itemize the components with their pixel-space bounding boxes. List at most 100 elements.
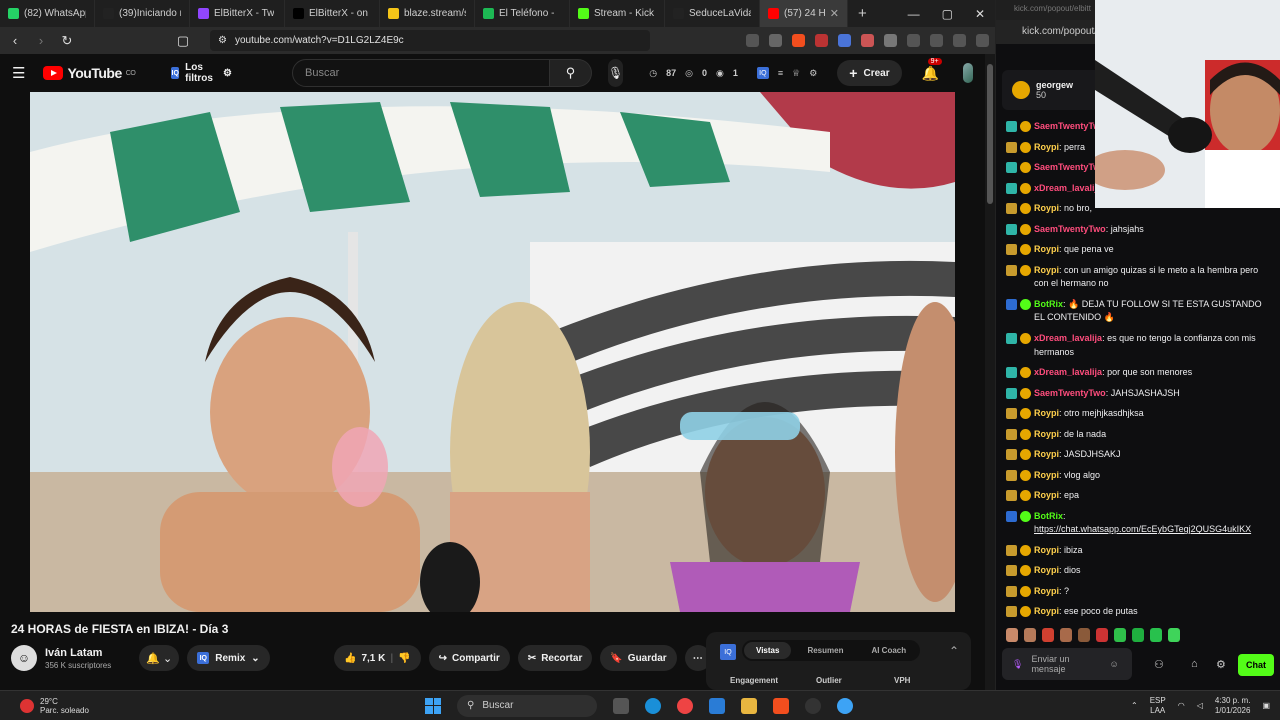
extension-icon[interactable] — [861, 34, 874, 47]
emote-icon[interactable] — [1150, 628, 1162, 642]
browser-tab[interactable]: (82) WhatsApp — [0, 0, 95, 27]
translate-icon[interactable] — [838, 34, 851, 47]
emote-icon[interactable] — [1114, 628, 1126, 642]
browser-tab[interactable]: blaze.stream/stre — [380, 0, 475, 27]
emote-icon[interactable] — [1078, 628, 1090, 642]
sidebar-icon[interactable] — [930, 34, 943, 47]
browser-tab[interactable]: SeduceLaVida (@ — [665, 0, 760, 27]
task-view-icon[interactable] — [613, 697, 629, 714]
clip-button[interactable]: ✂ Recortar — [517, 645, 593, 671]
obs-icon[interactable] — [805, 697, 821, 714]
back-icon[interactable]: ‹ — [6, 33, 24, 48]
chat-link[interactable]: https://chat.whatsapp.com/EcEybGTegj2QUS… — [1034, 523, 1251, 537]
language-indicator[interactable]: ESP LAA — [1150, 696, 1166, 716]
tab-resumen[interactable]: Resumen — [795, 642, 855, 659]
community-icon[interactable]: ⚇ — [1154, 658, 1164, 671]
bookmark-icon[interactable]: ▢ — [174, 33, 192, 49]
address-bar[interactable]: ⚙ youtube.com/watch?v=D1LG2LZ4E9c — [210, 30, 650, 51]
chat-username[interactable]: Roypi — [1034, 429, 1059, 439]
trophy-icon[interactable]: ♕ — [792, 68, 800, 79]
chat-username[interactable]: Roypi — [1034, 408, 1059, 418]
forward-icon[interactable]: › — [32, 33, 50, 48]
weather-widget[interactable]: 29°C Parc. soleado — [20, 697, 89, 715]
notifications-button[interactable]: 🔔 9+ — [922, 57, 942, 82]
browser-tab[interactable]: ElBitterX - Tw — [190, 0, 285, 27]
emote-icon[interactable] — [1024, 628, 1036, 642]
browser-tab[interactable]: (39)Iniciando mi — [95, 0, 190, 27]
chat-username[interactable]: BotRix — [1034, 511, 1063, 521]
browser-tab[interactable]: El Teléfono - — [475, 0, 570, 27]
hamburger-menu-icon[interactable]: ☰ — [12, 64, 25, 82]
share-button[interactable]: ↪ Compartir — [428, 645, 510, 671]
chat-username[interactable]: BotRix — [1034, 299, 1063, 309]
chat-username[interactable]: Roypi — [1034, 470, 1059, 480]
browser-tab[interactable]: ElBitterX - on X — [285, 0, 380, 27]
reload-icon[interactable]: ↻ — [58, 33, 76, 49]
chat-username[interactable]: Roypi — [1034, 142, 1059, 152]
chat-username[interactable]: Roypi — [1034, 545, 1059, 555]
emote-icon[interactable] — [1096, 628, 1108, 642]
extension-icon[interactable] — [907, 34, 920, 47]
remix-button[interactable]: IQ Remix ⌄ — [187, 645, 270, 671]
brave-icon[interactable] — [773, 697, 789, 714]
tab-ai-coach[interactable]: AI Coach — [859, 642, 918, 659]
chrome-icon[interactable] — [677, 697, 693, 714]
chevron-up-icon[interactable]: ⌃ — [949, 644, 959, 658]
channel-name[interactable]: Iván Latam — [45, 647, 111, 659]
emote-icon[interactable] — [1042, 628, 1054, 642]
clock[interactable]: 4:30 p. m. 1/01/2026 — [1215, 696, 1251, 716]
chat-username[interactable]: Roypi — [1034, 265, 1059, 275]
notifications-icon[interactable]: ▣ — [1262, 701, 1270, 710]
new-tab-button[interactable]: + — [848, 5, 877, 22]
puzzle-icon[interactable] — [884, 34, 897, 47]
chat-username[interactable]: xDream_lavalija — [1034, 183, 1102, 193]
chat-username[interactable]: xDream_lavalija — [1034, 367, 1102, 377]
chat-input[interactable]: 🎙 Enviar un mensaje ☺ — [1002, 648, 1132, 680]
wifi-icon[interactable]: ◠ — [1178, 701, 1185, 710]
store-icon[interactable] — [709, 697, 725, 714]
app-icon[interactable] — [837, 697, 853, 714]
emote-icon[interactable] — [1168, 628, 1180, 642]
chat-username[interactable]: Roypi — [1034, 203, 1059, 213]
save-button[interactable]: 🔖 Guardar — [600, 645, 677, 671]
channel-avatar[interactable]: ☺ — [11, 645, 37, 671]
close-tab-icon[interactable]: ✕ — [830, 7, 839, 20]
tab-vistas[interactable]: Vistas — [744, 642, 792, 659]
browser-tab[interactable]: (57) 24 H ✕ — [760, 0, 848, 27]
emoji-icon[interactable]: ☺ — [1109, 659, 1118, 669]
brave-shield-icon[interactable] — [792, 34, 805, 47]
browser-tab[interactable]: Stream - Kick — [570, 0, 665, 27]
emote-icon[interactable] — [1006, 628, 1018, 642]
minimize-icon[interactable]: — — [908, 7, 920, 21]
volume-icon[interactable]: ◁ — [1197, 701, 1203, 710]
taskbar-search[interactable]: ⚲ Buscar — [457, 694, 597, 717]
store-icon[interactable]: ⌂ — [1191, 658, 1198, 670]
chevron-up-icon[interactable]: ⌃ — [1131, 701, 1138, 710]
youtube-logo[interactable]: YouTube CO — [43, 65, 136, 81]
avatar[interactable] — [963, 63, 973, 83]
emote-icon[interactable] — [1060, 628, 1072, 642]
like-button[interactable]: 👍 7,1 K | 👎 — [334, 645, 421, 671]
edge-icon[interactable] — [645, 697, 661, 714]
chat-username[interactable]: Roypi — [1034, 244, 1059, 254]
chat-username[interactable]: xDream_lavalija — [1034, 333, 1102, 343]
scroll-thumb[interactable] — [987, 64, 993, 204]
file-explorer-icon[interactable] — [741, 697, 757, 714]
subscribe-bell-button[interactable]: 🔔 ⌄ — [139, 645, 180, 671]
menu-icon[interactable] — [976, 34, 989, 47]
voice-search-button[interactable]: 🎙 — [608, 59, 624, 87]
search-button[interactable]: ⚲ — [550, 59, 593, 87]
chat-username[interactable]: Roypi — [1034, 586, 1059, 596]
iq-icon[interactable]: IQ — [756, 67, 769, 79]
settings-icon[interactable]: ⚙ — [1216, 658, 1226, 671]
chat-username[interactable]: SaemTwentyTwo — [1034, 224, 1106, 234]
chat-username[interactable]: Roypi — [1034, 490, 1059, 500]
windows-start-icon[interactable] — [425, 697, 441, 714]
rewards-icon[interactable] — [815, 34, 828, 47]
extension-icon[interactable] — [746, 34, 759, 47]
page-scrollbar[interactable] — [985, 54, 995, 690]
list-icon[interactable]: ≡ — [778, 68, 783, 78]
chat-username[interactable]: SaemTwentyTwo — [1034, 388, 1106, 398]
chat-username[interactable]: Roypi — [1034, 606, 1059, 616]
close-icon[interactable]: ✕ — [975, 7, 985, 21]
